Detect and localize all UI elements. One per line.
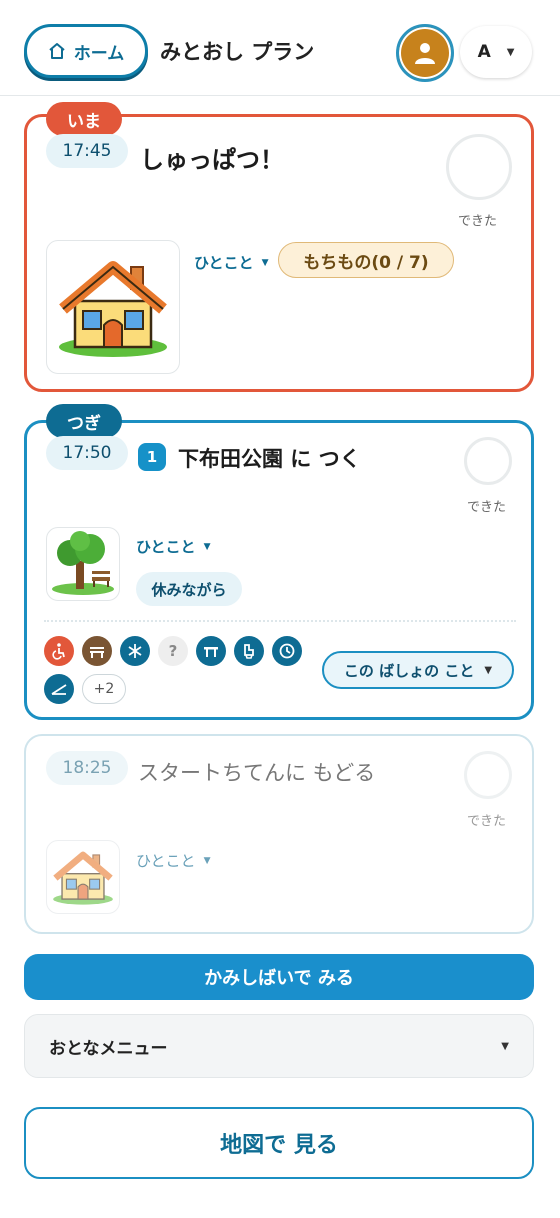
- snowflake-icon[interactable]: [120, 636, 150, 666]
- map-button[interactable]: 地図で 見る: [24, 1107, 534, 1179]
- step-title: スタートちてんに もどる: [138, 761, 376, 785]
- caret-down-icon: ▼: [203, 855, 211, 866]
- home-button[interactable]: ホーム: [24, 24, 148, 78]
- person-icon: [415, 43, 435, 64]
- hitokoto-dropdown[interactable]: ひとこと ▼: [136, 536, 210, 557]
- hitokoto-label: ひとこと: [136, 538, 196, 556]
- step-image: [46, 527, 120, 601]
- step-image: [46, 840, 120, 914]
- adult-menu-label: おとなメニュー: [49, 1038, 168, 1059]
- step-image: [46, 240, 180, 374]
- done-label: できた: [458, 214, 498, 229]
- hitokoto-label: ひとこと: [136, 852, 196, 870]
- step-time: 18:25: [46, 751, 128, 785]
- step-number-badge: 1: [138, 443, 166, 471]
- step-title: 下布田公園 に つく: [178, 447, 361, 471]
- caret-down-icon: ▼: [506, 46, 515, 58]
- done-checkbox[interactable]: [446, 134, 512, 200]
- hitokoto-label: ひとこと: [194, 254, 254, 272]
- park-tree-icon: [52, 531, 114, 595]
- question-icon[interactable]: ?: [158, 636, 188, 666]
- divider: [44, 620, 516, 622]
- done-label: できた: [467, 814, 507, 829]
- next-badge: つぎ: [46, 404, 122, 438]
- hitokoto-dropdown[interactable]: ひとこと ▼: [194, 252, 268, 273]
- done-checkbox[interactable]: [464, 751, 512, 799]
- now-badge: いま: [46, 102, 122, 136]
- language-label: A: [477, 42, 491, 62]
- more-facilities-badge[interactable]: +2: [82, 674, 126, 704]
- slope-icon[interactable]: [44, 674, 74, 704]
- hitokoto-dropdown[interactable]: ひとこと ▼: [136, 850, 210, 871]
- place-info-button[interactable]: この ばしょの こと ▼: [322, 651, 514, 689]
- house-icon: [59, 261, 167, 357]
- done-checkbox[interactable]: [464, 437, 512, 485]
- caret-down-icon: ▼: [501, 1040, 509, 1052]
- kamishibai-button[interactable]: かみしばいで みる: [24, 954, 534, 1000]
- adult-menu-dropdown[interactable]: おとなメニュー ▼: [24, 1014, 534, 1078]
- step-time: 17:50: [46, 436, 128, 470]
- app-header: ホーム みとおし プラン A ▼: [0, 0, 560, 96]
- page-title: みとおし プラン: [160, 40, 315, 64]
- caret-down-icon: ▼: [484, 664, 493, 676]
- wheelchair-icon[interactable]: [44, 636, 74, 666]
- done-label: できた: [467, 500, 507, 515]
- language-selector[interactable]: A ▼: [460, 26, 532, 78]
- caret-down-icon: ▼: [203, 541, 211, 552]
- home-button-label: ホーム: [73, 43, 125, 64]
- home-icon: [48, 42, 66, 60]
- bench-icon[interactable]: [82, 636, 112, 666]
- belongings-button[interactable]: もちもの(0 / 7): [278, 242, 454, 278]
- caret-down-icon: ▼: [261, 257, 269, 268]
- toilet-icon[interactable]: [234, 636, 264, 666]
- step-title: しゅっぱつ！: [140, 146, 284, 174]
- step-time: 17:45: [46, 134, 128, 168]
- house-icon: [53, 851, 113, 905]
- place-info-label: この ばしょの こと: [343, 661, 475, 680]
- user-avatar[interactable]: [396, 24, 454, 82]
- table-icon[interactable]: [196, 636, 226, 666]
- clock-icon[interactable]: [272, 636, 302, 666]
- note-chip: 休みながら: [136, 572, 242, 606]
